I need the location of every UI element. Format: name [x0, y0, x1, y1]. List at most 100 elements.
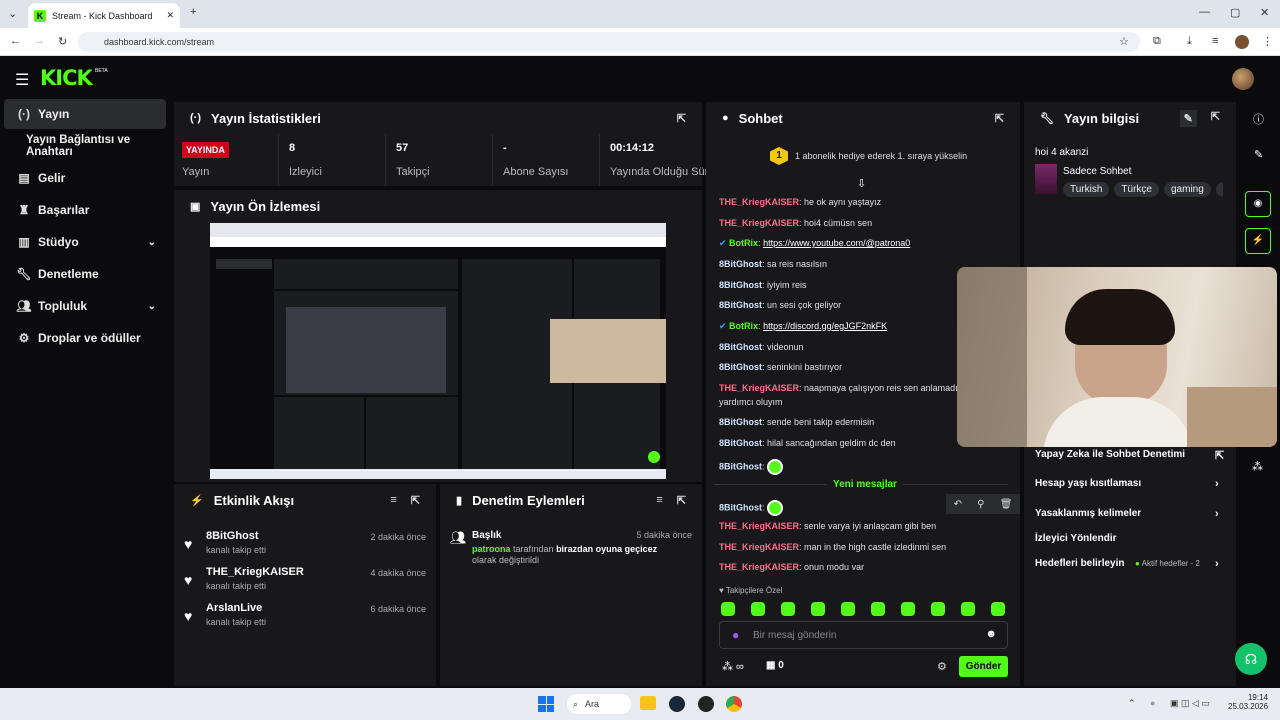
emote-icon[interactable]	[931, 602, 945, 616]
row-ai-moderation[interactable]: Yapay Zeka ile Sohbet Denetimi ⇱	[1035, 449, 1224, 462]
filter-icon[interactable]: ≡	[390, 494, 396, 507]
windows-start-icon[interactable]	[538, 696, 554, 712]
row-goals[interactable]: Hedefleri belirleyin ● Aktif hedefler - 2…	[1035, 558, 1219, 570]
window-close-icon[interactable]: ✕	[1260, 6, 1269, 19]
camera-button[interactable]: ◉	[1245, 191, 1271, 217]
back-icon[interactable]: ←	[10, 35, 21, 47]
row-raid[interactable]: İzleyici Yönlendir	[1035, 533, 1117, 544]
send-button[interactable]: Gönder	[959, 656, 1008, 677]
chat-username[interactable]: 8BitGhost	[719, 461, 762, 471]
chat-username[interactable]: BotRix	[729, 238, 758, 248]
emote-icon[interactable]	[961, 602, 975, 616]
pin-icon[interactable]: ⚲	[977, 499, 984, 510]
reading-list-icon[interactable]: ≡	[1212, 35, 1218, 47]
chat-username[interactable]: THE_KriegKAISER	[719, 218, 799, 228]
mod-user[interactable]: patroona	[472, 544, 511, 554]
stream-preview[interactable]	[210, 223, 666, 479]
popout-icon[interactable]: ⇱	[677, 112, 686, 125]
infinity-icon[interactable]: ⁂ ∞	[722, 660, 744, 673]
message-link[interactable]: https://www.youtube.com/@patrona0	[763, 238, 910, 248]
activity-user[interactable]: ArslanLive	[206, 602, 262, 614]
extensions-icon[interactable]: ⧉	[1153, 35, 1161, 48]
activity-user[interactable]: 8BitGhost	[206, 530, 259, 542]
chat-username[interactable]: THE_KriegKAISER	[719, 562, 799, 572]
emote-icon[interactable]	[811, 602, 825, 616]
chat-username[interactable]: 8BitGhost	[719, 300, 762, 310]
activity-user[interactable]: THE_KriegKAISER	[206, 566, 304, 578]
chat-username[interactable]: 8BitGhost	[719, 342, 762, 352]
sidebar-item-basarilar[interactable]: ♜ Başarılar	[4, 195, 166, 225]
store-count[interactable]: ▦ 0	[766, 660, 784, 671]
tag[interactable]: Türkçe	[1114, 182, 1159, 197]
share-icon[interactable]: ⁂	[1252, 460, 1263, 473]
popout-icon[interactable]: ⇱	[411, 494, 420, 507]
emote-icon[interactable]	[751, 602, 765, 616]
popout-icon[interactable]: ⇱	[1211, 110, 1220, 127]
taskbar-clock[interactable]: 19:14 25.03.2026	[1228, 693, 1268, 711]
sidebar-item-studyo[interactable]: ▥ Stüdyo ⌄	[4, 227, 166, 257]
chat-username[interactable]: THE_KriegKAISER	[719, 521, 799, 531]
chat-username[interactable]: BotRix	[729, 321, 758, 331]
emote-icon[interactable]	[721, 602, 735, 616]
emote-icon[interactable]	[871, 602, 885, 616]
edit-icon[interactable]: ✎	[1179, 109, 1197, 127]
chat-username[interactable]: 8BitGhost	[719, 438, 762, 448]
chrome-icon[interactable]	[726, 696, 742, 712]
emote-icon[interactable]	[901, 602, 915, 616]
pencil-icon[interactable]: ✎	[1254, 148, 1263, 161]
emote-icon[interactable]	[841, 602, 855, 616]
bolt-button[interactable]: ⚡	[1245, 228, 1271, 254]
url-input[interactable]: dashboard.kick.com/stream	[78, 32, 1140, 52]
chat-input[interactable]: ● Bir mesaj gönderin ☻	[719, 621, 1008, 649]
browser-tab[interactable]: K Stream - Kick Dashboard ✕	[28, 3, 180, 28]
sidebar-item-droplar[interactable]: ⚙ Droplar ve ödüller	[4, 323, 166, 353]
filter-icon[interactable]: ≡	[656, 494, 662, 507]
category-name[interactable]: Sadece Sohbet	[1063, 166, 1131, 177]
popout-icon[interactable]: ⇱	[995, 112, 1004, 125]
chat-username[interactable]: 8BitGhost	[719, 417, 762, 427]
sidebar-item-stream-key[interactable]: Yayın Bağlantısı ve Anahtarı	[4, 131, 172, 161]
mic-icon[interactable]: ●	[1150, 698, 1155, 708]
chat-username[interactable]: THE_KriegKAISER	[719, 383, 799, 393]
profile-avatar-icon[interactable]	[1235, 35, 1249, 49]
reply-icon[interactable]: ↶	[954, 499, 962, 510]
emote-icon[interactable]	[781, 602, 795, 616]
kick-logo[interactable]: KICK	[40, 66, 93, 90]
tag[interactable]: gaming	[1163, 182, 1211, 197]
forward-icon[interactable]: →	[34, 35, 45, 47]
chat-username[interactable]: THE_KriegKAISER	[719, 542, 799, 552]
scroll-down-icon[interactable]: ⇩	[857, 177, 866, 190]
reload-icon[interactable]: ↻	[58, 35, 67, 48]
avatar[interactable]	[1232, 68, 1254, 90]
steam-icon[interactable]	[669, 696, 685, 712]
message-link[interactable]: https://discord.gg/egJGF2nkFK	[763, 321, 887, 331]
file-explorer-icon[interactable]	[640, 696, 656, 710]
chat-username[interactable]: 8BitGhost	[719, 502, 762, 512]
app-icon[interactable]	[698, 696, 714, 712]
chat-username[interactable]: 8BitGhost	[719, 362, 762, 372]
trash-icon[interactable]: 🗑︎	[1000, 499, 1013, 510]
sidebar-item-topluluk[interactable]: 👥︎ Topluluk ⌄	[4, 291, 166, 321]
chrome-menu-icon[interactable]: ⋮	[1262, 35, 1273, 48]
new-tab-icon[interactable]: +	[190, 6, 196, 18]
sidebar-item-yayin[interactable]: (·) Yayın	[4, 99, 166, 129]
category-thumbnail[interactable]	[1035, 164, 1057, 194]
sidebar-item-gelir[interactable]: ▤ Gelir	[4, 163, 166, 193]
popout-icon[interactable]: ⇱	[677, 494, 686, 507]
settings-gear-icon[interactable]: ⚙	[937, 660, 947, 673]
tab-close-icon[interactable]: ✕	[166, 10, 174, 21]
tab-list-icon[interactable]: ⌄	[8, 7, 17, 20]
taskbar-search[interactable]: ⌕ Ara	[567, 694, 631, 714]
hamburger-menu-icon[interactable]: ☰	[15, 70, 29, 90]
info-icon[interactable]: ⓘ	[1253, 111, 1264, 127]
downloads-icon[interactable]: ⤓	[1187, 35, 1192, 48]
minimize-icon[interactable]: —	[1199, 6, 1210, 18]
row-banned-words[interactable]: Yasaklanmış kelimeler ›	[1035, 508, 1219, 520]
tag[interactable]: Turkish	[1063, 182, 1110, 197]
pinned-message[interactable]: 1 abonelik hediye ederek 1. sıraya yükse…	[795, 151, 967, 161]
restore-icon[interactable]: ▢	[1230, 6, 1240, 19]
tag[interactable]: he	[1215, 182, 1223, 197]
emoji-icon[interactable]: ☻	[985, 628, 997, 640]
chat-username[interactable]: 8BitGhost	[719, 259, 762, 269]
microphone-icon[interactable]: ●	[732, 628, 739, 642]
